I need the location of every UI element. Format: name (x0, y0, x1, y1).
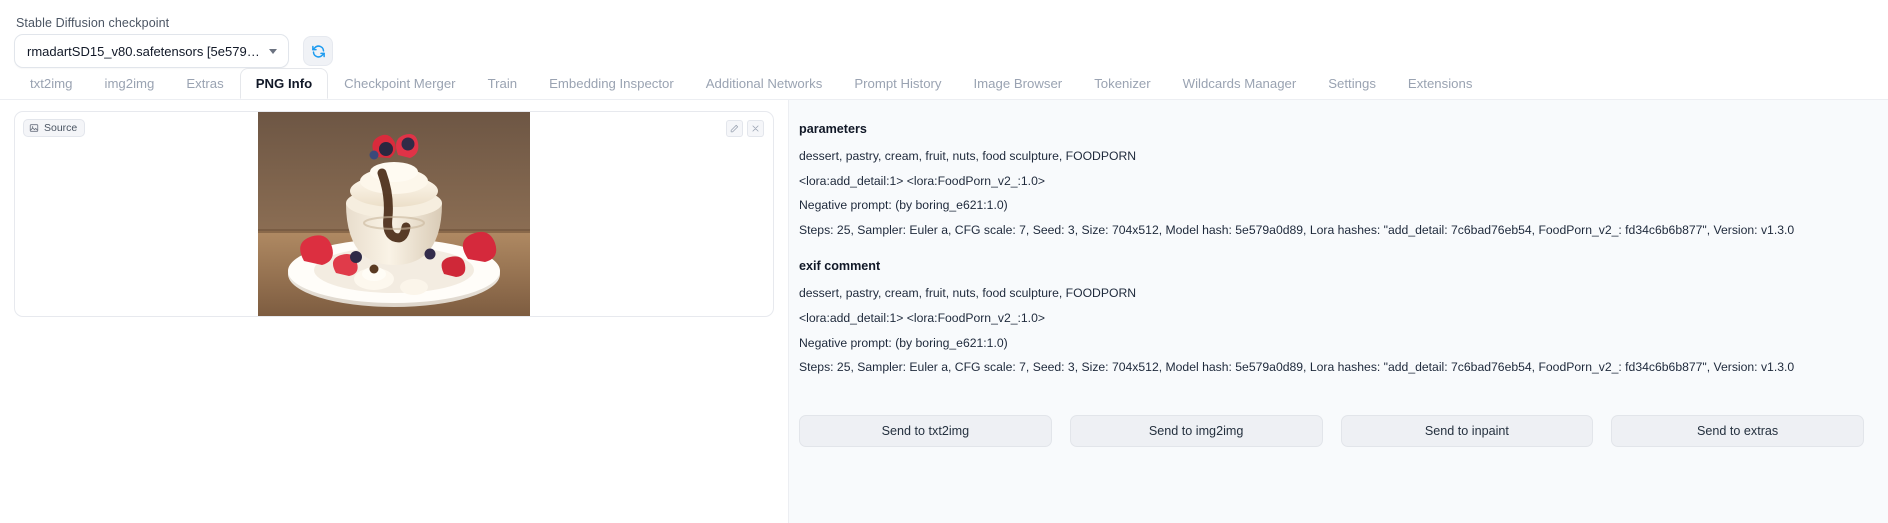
exif-comment-block: exif comment dessert, pastry, cream, fru… (799, 259, 1864, 377)
clear-image-button[interactable] (747, 120, 764, 137)
chevron-down-icon (269, 49, 277, 54)
checkpoint-bar: Stable Diffusion checkpoint rmadartSD15_… (0, 0, 1888, 68)
parameters-line: <lora:add_detail:1> <lora:FoodPorn_v2_:1… (799, 172, 1864, 192)
tab-txt2img[interactable]: txt2img (14, 68, 89, 99)
tab-label: Additional Networks (706, 76, 823, 91)
tab-label: Image Browser (974, 76, 1063, 91)
tab-tokenizer[interactable]: Tokenizer (1078, 68, 1166, 99)
pencil-icon (730, 124, 739, 133)
refresh-checkpoints-button[interactable] (303, 36, 333, 66)
webui-root: Stable Diffusion checkpoint rmadartSD15_… (0, 0, 1888, 523)
tab-label: img2img (105, 76, 155, 91)
tab-label: Settings (1328, 76, 1376, 91)
checkpoint-label: Stable Diffusion checkpoint (14, 16, 289, 30)
tab-label: Embedding Inspector (549, 76, 674, 91)
main-tab-bar[interactable]: txt2img img2img Extras PNG Info Checkpoi… (0, 68, 1888, 100)
parameters-line: dessert, pastry, cream, fruit, nuts, foo… (799, 147, 1864, 167)
exif-line: Negative prompt: (by boring_e621:1.0) (799, 334, 1864, 354)
tab-label: PNG Info (256, 76, 312, 91)
parameters-line: Negative prompt: (by boring_e621:1.0) (799, 196, 1864, 216)
tab-label: Wildcards Manager (1183, 76, 1297, 91)
send-button-label: Send to inpaint (1425, 424, 1509, 438)
source-chip-label: Source (44, 122, 77, 134)
exif-comment-heading: exif comment (799, 259, 1864, 273)
tab-extras[interactable]: Extras (170, 68, 239, 99)
tab-label: Extras (186, 76, 223, 91)
refresh-icon (311, 44, 326, 59)
tab-img2img[interactable]: img2img (89, 68, 171, 99)
tab-extensions[interactable]: Extensions (1392, 68, 1489, 99)
image-icon (29, 123, 39, 133)
tab-settings[interactable]: Settings (1312, 68, 1392, 99)
send-to-img2img-button[interactable]: Send to img2img (1070, 415, 1323, 447)
send-buttons-row: Send to txt2img Send to img2img Send to … (799, 397, 1864, 447)
image-toolbar[interactable] (726, 120, 764, 137)
source-image-pane: Source (0, 100, 788, 523)
tab-prompt-history[interactable]: Prompt History (838, 68, 957, 99)
image-stage (15, 112, 773, 316)
tab-additional-networks[interactable]: Additional Networks (690, 68, 839, 99)
png-info-page: Source (0, 100, 1888, 523)
checkpoint-value: rmadartSD15_v80.safetensors [5e579a0d89] (27, 44, 261, 59)
tab-wildcards-manager[interactable]: Wildcards Manager (1167, 68, 1313, 99)
exif-line: Steps: 25, Sampler: Euler a, CFG scale: … (799, 358, 1864, 378)
parameters-line: Steps: 25, Sampler: Euler a, CFG scale: … (799, 221, 1864, 241)
parameters-block: parameters dessert, pastry, cream, fruit… (799, 122, 1864, 240)
checkpoint-select[interactable]: rmadartSD15_v80.safetensors [5e579a0d89] (14, 34, 289, 68)
tab-train[interactable]: Train (472, 68, 534, 99)
tab-image-browser[interactable]: Image Browser (958, 68, 1079, 99)
tab-label: Extensions (1408, 76, 1473, 91)
source-chip[interactable]: Source (23, 119, 85, 137)
edit-image-button[interactable] (726, 120, 743, 137)
tab-label: Tokenizer (1094, 76, 1150, 91)
tab-label: Checkpoint Merger (344, 76, 455, 91)
tab-label: Train (488, 76, 518, 91)
dessert-photo (258, 111, 530, 317)
tab-checkpoint-merger[interactable]: Checkpoint Merger (328, 68, 471, 99)
tab-embedding-inspector[interactable]: Embedding Inspector (533, 68, 690, 99)
close-icon (751, 124, 760, 133)
tab-label: txt2img (30, 76, 73, 91)
source-image-card[interactable]: Source (14, 111, 774, 317)
source-image (258, 111, 530, 317)
tab-png-info[interactable]: PNG Info (240, 68, 328, 99)
exif-line: <lora:add_detail:1> <lora:FoodPorn_v2_:1… (799, 309, 1864, 329)
exif-line: dessert, pastry, cream, fruit, nuts, foo… (799, 284, 1864, 304)
send-button-label: Send to extras (1697, 424, 1778, 438)
send-button-label: Send to img2img (1149, 424, 1244, 438)
send-to-inpaint-button[interactable]: Send to inpaint (1341, 415, 1594, 447)
info-pane: parameters dessert, pastry, cream, fruit… (788, 100, 1888, 523)
parameters-heading: parameters (799, 122, 1864, 136)
send-to-extras-button[interactable]: Send to extras (1611, 415, 1864, 447)
checkpoint-group: Stable Diffusion checkpoint rmadartSD15_… (14, 16, 289, 68)
send-button-label: Send to txt2img (882, 424, 970, 438)
tab-label: Prompt History (854, 76, 941, 91)
send-to-txt2img-button[interactable]: Send to txt2img (799, 415, 1052, 447)
